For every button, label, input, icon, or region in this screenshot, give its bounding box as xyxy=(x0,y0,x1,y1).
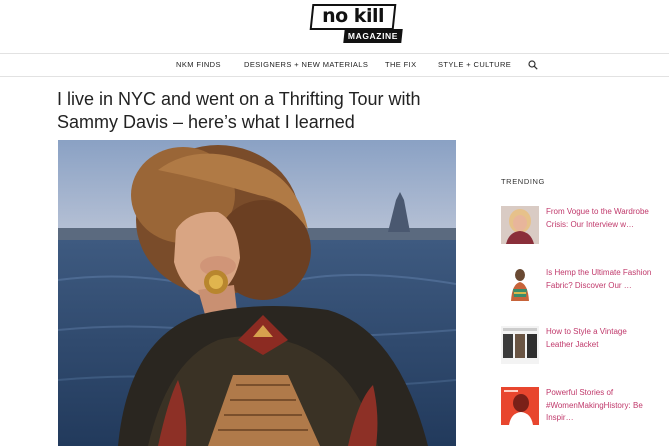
hero-photo xyxy=(58,140,456,446)
site-header: no kill MAGAZINE xyxy=(0,0,669,54)
nav-item-style-culture[interactable]: STYLE + CULTURE xyxy=(438,54,511,76)
nav-item-nkm-finds[interactable]: NKM FINDS xyxy=(176,54,221,76)
search-icon[interactable] xyxy=(528,60,538,70)
logo-wordmark-text: no kill xyxy=(322,5,384,27)
logo-wordmark: no kill xyxy=(309,4,397,30)
trending-link[interactable]: From Vogue to the Wardrobe Crisis: Our I… xyxy=(546,206,656,231)
nav-item-designers-new-materials[interactable]: DESIGNERS + NEW MATERIALS xyxy=(244,54,368,76)
trending-thumbnail[interactable] xyxy=(501,326,539,364)
article-hero-image xyxy=(58,140,456,446)
logo-magazine-tag: MAGAZINE xyxy=(343,29,403,43)
article-title: I live in NYC and went on a Thrifting To… xyxy=(57,89,421,132)
trending-thumbnail[interactable] xyxy=(501,206,539,244)
trending-link[interactable]: Powerful Stories of #WomenMakingHistory:… xyxy=(546,387,656,425)
trending-link[interactable]: How to Style a Vintage Leather Jacket xyxy=(546,326,656,351)
site-logo[interactable]: no kill MAGAZINE xyxy=(309,2,403,43)
main-nav: NKM FINDS DESIGNERS + NEW MATERIALS THE … xyxy=(0,53,669,77)
trending-heading: TRENDING xyxy=(501,177,545,186)
trending-thumbnail[interactable] xyxy=(501,387,539,425)
logo-magazine-text: MAGAZINE xyxy=(347,31,399,41)
nav-item-the-fix[interactable]: THE FIX xyxy=(385,54,417,76)
trending-thumbnail[interactable] xyxy=(501,267,539,305)
trending-link[interactable]: Is Hemp the Ultimate Fashion Fabric? Dis… xyxy=(546,267,656,292)
